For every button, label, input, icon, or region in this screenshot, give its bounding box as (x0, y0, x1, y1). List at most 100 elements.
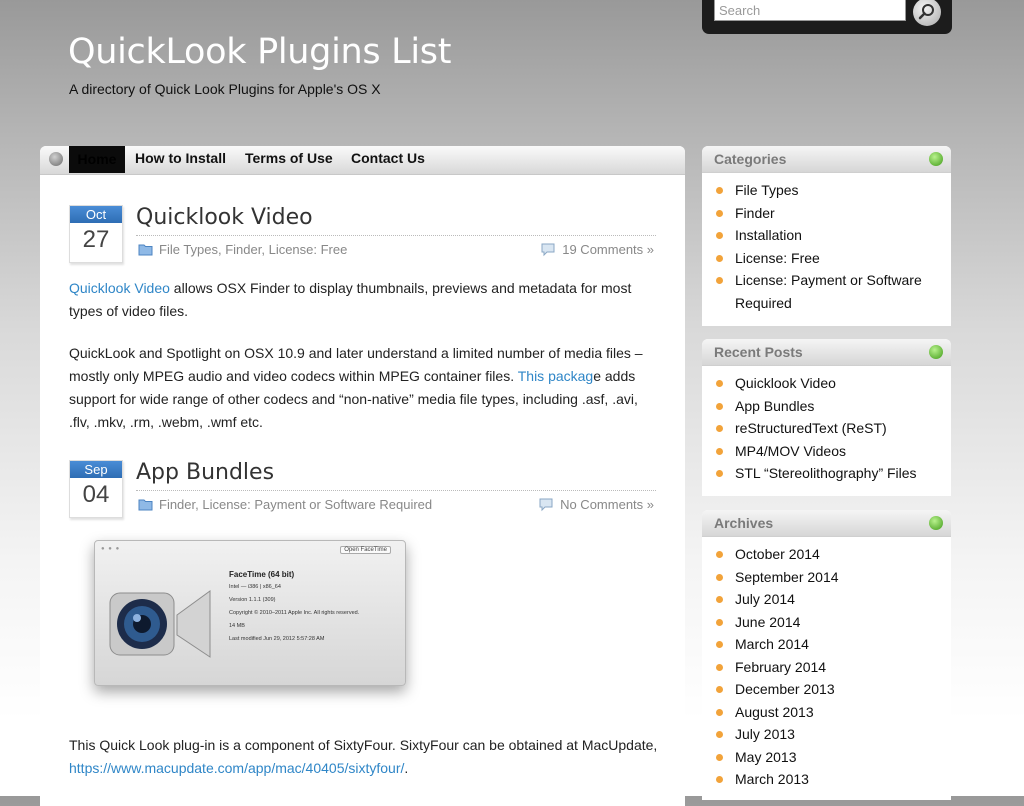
category-label[interactable]: Installation (735, 227, 802, 243)
nav-home[interactable]: Home (69, 146, 125, 173)
post-comments-link[interactable]: No Comments » (538, 497, 654, 512)
bullet-icon (716, 187, 723, 194)
archive-label[interactable]: September 2014 (735, 569, 839, 585)
archive-item[interactable]: October 2014 (702, 543, 951, 566)
recent-post-item[interactable]: STL “Stereolithography” Files (702, 462, 951, 485)
archive-item[interactable]: May 2013 (702, 746, 951, 769)
archive-item[interactable]: June 2014 (702, 611, 951, 634)
post-categories-text[interactable]: Finder, License: Payment or Software Req… (159, 497, 432, 512)
archive-item[interactable]: February 2014 (702, 656, 951, 679)
open-facetime-button: Open FaceTime (340, 546, 391, 554)
post-date-calendar: Sep 04 (69, 460, 123, 518)
archive-label[interactable]: February 2014 (735, 659, 826, 675)
bullet-icon (716, 776, 723, 783)
post-paragraph: Quicklook Video allows OSX Finder to dis… (69, 277, 659, 323)
widget-title: Archives (714, 515, 774, 531)
post-title[interactable]: App Bundles (136, 460, 274, 485)
recent-post-label[interactable]: App Bundles (735, 398, 814, 414)
facetime-copyright: Copyright © 2010–2011 Apple Inc. All rig… (229, 610, 360, 616)
post-date-day: 04 (82, 481, 110, 508)
categories-widget: Categories File Types Finder Installatio… (702, 146, 951, 326)
facetime-preview-screenshot: ● ● ● Open FaceTime FaceTime (64 bit) In… (94, 540, 406, 686)
archive-item[interactable]: December 2013 (702, 678, 951, 701)
green-dot-icon (929, 516, 943, 530)
recent-post-item[interactable]: Quicklook Video (702, 372, 951, 395)
recent-post-label[interactable]: MP4/MOV Videos (735, 443, 846, 459)
archive-item[interactable]: July 2013 (702, 723, 951, 746)
archive-label[interactable]: July 2014 (735, 591, 795, 607)
recent-post-item[interactable]: reStructuredText (ReST) (702, 417, 951, 440)
comment-bubble-icon (541, 243, 555, 257)
macupdate-link[interactable]: https://www.macupdate.com/app/mac/40405/… (69, 760, 404, 776)
archive-item[interactable]: August 2013 (702, 701, 951, 724)
bullet-icon (716, 641, 723, 648)
nav-bullet-icon (49, 152, 63, 166)
archive-label[interactable]: March 2013 (735, 771, 809, 787)
facetime-app-name: FaceTime (64 bit) (229, 570, 295, 579)
post-title[interactable]: Quicklook Video (136, 205, 313, 230)
bullet-icon (716, 753, 723, 761)
facetime-version: Version 1.1.1 (309) (229, 597, 276, 603)
archive-label[interactable]: June 2014 (735, 614, 800, 630)
bullet-icon (716, 402, 723, 410)
post-paragraph-text: . (404, 760, 409, 776)
bullet-icon (716, 663, 723, 671)
nav-contact-us[interactable]: Contact Us (351, 146, 425, 171)
category-label[interactable]: Finder (735, 205, 775, 221)
category-label[interactable]: File Types (735, 182, 799, 198)
post-paragraph: QuickLook and Spotlight on OSX 10.9 and … (69, 342, 659, 434)
search-button[interactable] (913, 0, 941, 26)
archive-label[interactable]: May 2013 (735, 749, 796, 765)
category-item[interactable]: License: Payment or Software Required (702, 269, 951, 314)
widget-header: Categories (702, 146, 951, 173)
category-item[interactable]: Finder (702, 202, 951, 225)
recent-posts-widget: Recent Posts Quicklook Video App Bundles… (702, 339, 951, 496)
nav-terms-of-use[interactable]: Terms of Use (245, 146, 333, 171)
archive-item[interactable]: March 2013 (702, 768, 951, 791)
bullet-icon (716, 708, 723, 716)
archive-label[interactable]: March 2014 (735, 636, 809, 652)
archive-label[interactable]: December 2013 (735, 681, 835, 697)
bullet-icon (716, 596, 723, 603)
post-comments-link[interactable]: 19 Comments » (540, 242, 654, 257)
recent-post-label[interactable]: STL “Stereolithography” Files (735, 465, 917, 481)
search-input[interactable] (714, 0, 906, 21)
archive-item[interactable]: March 2014 (702, 633, 951, 656)
archive-label[interactable]: October 2014 (735, 546, 820, 562)
nav-how-to-install[interactable]: How to Install (135, 146, 226, 171)
category-label[interactable]: License: Payment or Software Required (735, 272, 922, 311)
recent-post-label[interactable]: reStructuredText (ReST) (735, 420, 887, 436)
bullet-icon (716, 731, 723, 738)
archives-widget: Archives October 2014 September 2014 Jul… (702, 510, 951, 800)
post-categories: Finder, License: Payment or Software Req… (138, 497, 432, 512)
green-dot-icon (929, 345, 943, 359)
facetime-camera-icon (109, 590, 211, 658)
site-title[interactable]: QuickLook Plugins List (68, 32, 451, 72)
archive-label[interactable]: August 2013 (735, 704, 814, 720)
bullet-icon (716, 470, 723, 477)
category-item[interactable]: File Types (702, 179, 951, 202)
content-area: Home How to Install Terms of Use Contact… (40, 146, 685, 806)
recent-post-item[interactable]: MP4/MOV Videos (702, 440, 951, 463)
archive-item[interactable]: July 2014 (702, 588, 951, 611)
comment-bubble-icon (539, 498, 553, 512)
recent-post-label[interactable]: Quicklook Video (735, 375, 836, 391)
post-comments-count[interactable]: No Comments » (560, 497, 654, 512)
post-date-month: Oct (70, 206, 122, 223)
category-label[interactable]: License: Free (735, 250, 820, 266)
category-item[interactable]: License: Free (702, 247, 951, 270)
recent-post-item[interactable]: App Bundles (702, 395, 951, 418)
search-icon (918, 4, 934, 20)
archive-item[interactable]: September 2014 (702, 566, 951, 589)
bullet-icon (716, 254, 723, 262)
category-item[interactable]: Installation (702, 224, 951, 247)
post-paragraph: This Quick Look plug-in is a component o… (69, 734, 659, 780)
package-link[interactable]: This packag (518, 368, 593, 384)
post-comments-count[interactable]: 19 Comments » (562, 242, 654, 257)
quicklook-video-link[interactable]: Quicklook Video (69, 280, 170, 296)
bullet-icon (716, 618, 723, 626)
post-paragraph-text: This Quick Look plug-in is a component o… (69, 737, 658, 753)
archive-label[interactable]: July 2013 (735, 726, 795, 742)
facetime-arch: Intel — i386 | x86_64 (229, 584, 281, 590)
post-categories-text[interactable]: File Types, Finder, License: Free (159, 242, 347, 257)
